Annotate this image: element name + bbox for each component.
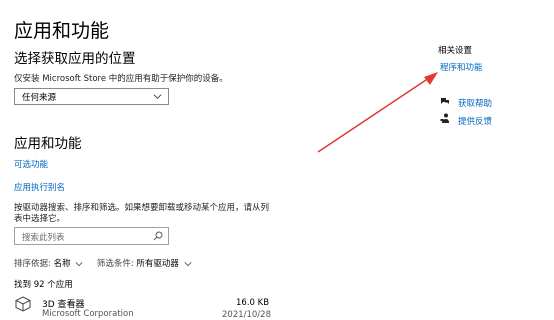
- annotation-arrow: [317, 72, 438, 153]
